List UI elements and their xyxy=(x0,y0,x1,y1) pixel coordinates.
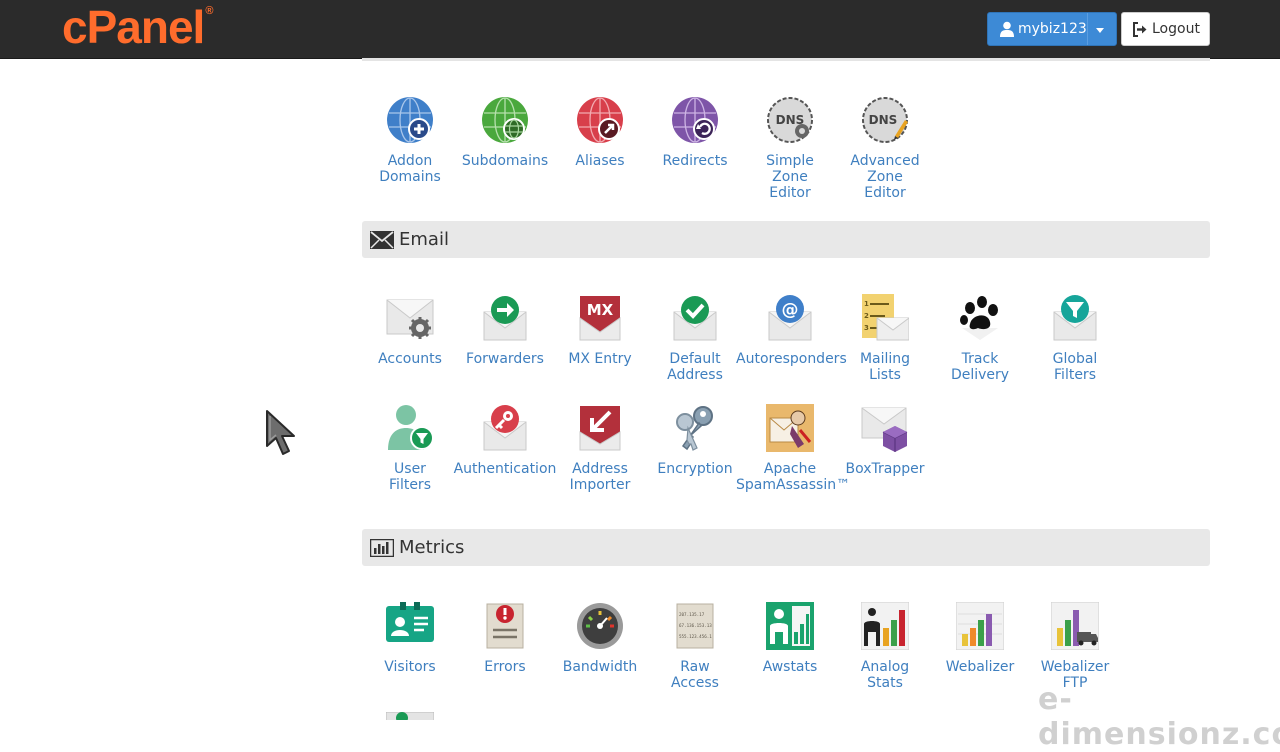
tile-label: Encryption xyxy=(657,461,733,477)
webalizer-chart-icon xyxy=(956,602,1004,650)
globe-redirect-icon xyxy=(672,97,718,143)
metrics-section-header[interactable]: Metrics xyxy=(362,529,1210,566)
tile-label: Awstats xyxy=(762,659,818,675)
tile-label: Advanced Zone Editor xyxy=(850,153,920,201)
bar-chart-icon xyxy=(370,539,394,557)
domains-section-bottom xyxy=(362,58,1210,61)
tile-label: Accounts xyxy=(378,351,442,367)
spamassassin-icon xyxy=(766,404,814,452)
tile-label: Raw Access xyxy=(671,659,719,691)
tile-label: Apache SpamAssassin™ xyxy=(736,461,851,493)
tile-label: Global Filters xyxy=(1052,351,1098,383)
envelope-box-icon xyxy=(861,407,908,452)
raw-access-line-2: 67.136.153.13 xyxy=(679,623,712,628)
tile-label: Visitors xyxy=(384,659,436,675)
top-bar: cPanel® mybiz123 Logout xyxy=(0,0,1280,59)
envelope-check-icon xyxy=(673,296,717,341)
tile-label: Redirects xyxy=(662,153,728,169)
envelope-key-icon xyxy=(483,405,527,451)
tile-label: User Filters xyxy=(389,461,431,493)
tile-label: Aliases xyxy=(575,153,625,169)
logout-label: Logout xyxy=(1152,21,1200,37)
partial-metric-icon xyxy=(386,712,434,720)
svg-text:3: 3 xyxy=(864,324,869,332)
svg-text:MX: MX xyxy=(587,301,614,319)
tile-label: Address Importer xyxy=(569,461,631,493)
svg-text:DNS: DNS xyxy=(869,113,898,127)
import-envelope-icon xyxy=(579,406,621,451)
tile-label: Analog Stats xyxy=(860,659,910,691)
tile-label: Errors xyxy=(484,659,526,675)
tile-label: Track Delivery xyxy=(950,351,1010,383)
metrics-next-tile[interactable] xyxy=(362,712,458,720)
tile-label: Default Address xyxy=(667,351,723,383)
paw-print-icon xyxy=(960,296,998,340)
visitor-badge-icon xyxy=(386,602,434,642)
raw-access-line-1: 207.135.17 xyxy=(679,612,705,617)
error-log-icon xyxy=(486,603,524,649)
mouse-cursor-icon xyxy=(266,410,295,455)
tile-label: Webalizer xyxy=(945,659,1015,675)
section-title: Metrics xyxy=(399,537,465,558)
globe-plus-icon xyxy=(387,97,433,143)
tile-label: BoxTrapper xyxy=(845,461,925,477)
svg-text:2: 2 xyxy=(864,312,869,320)
dns-gear-icon: DNS xyxy=(767,97,813,143)
list-envelope-icon: 1 2 3 xyxy=(862,294,909,341)
webalizer-ftp-icon xyxy=(1051,602,1099,650)
username-label: mybiz123 xyxy=(1018,21,1087,37)
envelope-gear-icon xyxy=(386,299,434,339)
tile-label: Autoresponders xyxy=(736,351,847,367)
dns-pencil-icon: DNS xyxy=(862,97,908,143)
keys-icon xyxy=(676,406,713,451)
raw-access-line-3: 555.123.456.1 xyxy=(679,634,712,639)
analog-chart-icon xyxy=(861,602,909,650)
tile-label: Simple Zone Editor xyxy=(766,153,814,201)
tile-label: Addon Domains xyxy=(379,153,441,185)
cpanel-logo[interactable]: cPanel® xyxy=(62,2,213,52)
button-divider xyxy=(1087,13,1088,45)
logout-button[interactable]: Logout xyxy=(1121,12,1210,46)
logout-icon xyxy=(1133,22,1147,37)
gauge-icon xyxy=(577,603,623,649)
watermark-text: e-dimensionz.com xyxy=(1038,682,1280,752)
svg-text:@: @ xyxy=(782,300,799,320)
chevron-down-icon xyxy=(1096,28,1104,33)
tile-label: Bandwidth xyxy=(562,659,638,675)
section-title: Email xyxy=(399,229,449,250)
user-icon xyxy=(1000,21,1014,37)
globe-arrow-icon xyxy=(577,97,623,143)
awstats-chart-icon xyxy=(766,602,814,650)
mx-envelope-icon: MX xyxy=(579,296,621,341)
tile-label: MX Entry xyxy=(568,351,632,367)
envelope-icon xyxy=(370,231,394,249)
user-menu-button[interactable]: mybiz123 xyxy=(987,12,1117,46)
envelope-forward-icon xyxy=(483,296,527,341)
raw-log-icon: 207.135.17 67.136.153.13 555.123.456.1 xyxy=(676,603,714,649)
globe-sub-icon xyxy=(482,97,528,143)
envelope-filter-icon xyxy=(1053,295,1097,341)
svg-text:1: 1 xyxy=(864,300,869,308)
email-section-header[interactable]: Email xyxy=(362,221,1210,258)
user-filter-icon xyxy=(388,405,434,450)
tile-label: Subdomains xyxy=(461,153,549,169)
tile-label: Authentication xyxy=(453,461,557,477)
tile-label: Forwarders xyxy=(466,351,544,367)
envelope-at-icon: @ xyxy=(768,295,812,341)
tile-label: Mailing Lists xyxy=(859,351,911,383)
